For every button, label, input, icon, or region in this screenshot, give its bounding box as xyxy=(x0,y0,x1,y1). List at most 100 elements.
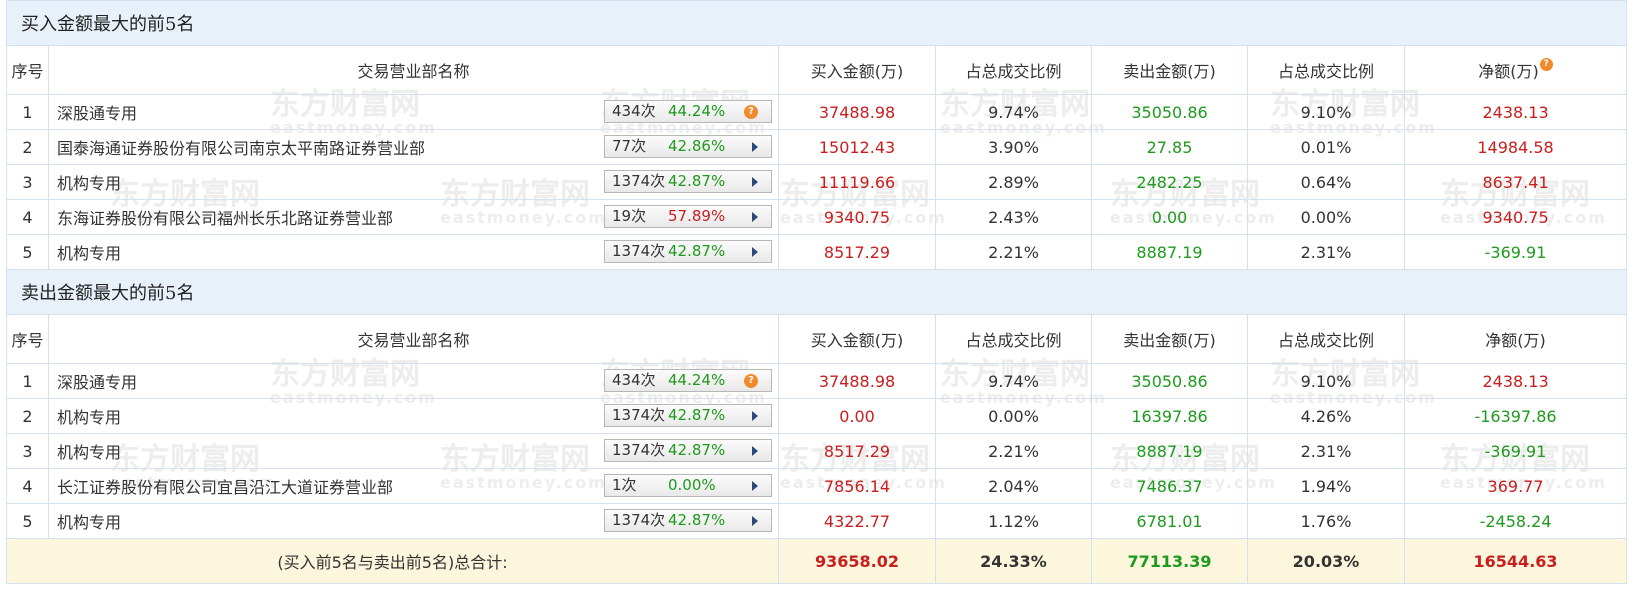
section-title: 买入金额最大的前5名 xyxy=(5,0,1628,46)
header-sell-amount: 卖出金额(万) xyxy=(1091,45,1248,95)
net-amount-cell: 9340.75 xyxy=(1403,199,1628,235)
win-rate: 44.24% xyxy=(668,102,726,120)
seat-name-link[interactable]: 机构专用 xyxy=(57,170,121,194)
column-header-row: 序号 交易营业部名称 买入金额(万) 占总成交比例 卖出金额(万) 占总成交比例 净额(万) xyxy=(6,314,1628,364)
header-rank: 序号 xyxy=(6,314,49,364)
buy-amount-cell: 9340.75 xyxy=(778,199,936,235)
table-row: 3 机构专用 1374次 42.87% 11119.66 2.89% 2482.25 0.64… xyxy=(6,164,1628,200)
buy-ratio-cell: 0.00% xyxy=(935,398,1092,434)
appearance-count: 77次 xyxy=(612,137,647,155)
play-arrow-icon[interactable] xyxy=(752,516,758,526)
seat-stats-button[interactable]: 434次 44.24%? xyxy=(604,100,772,123)
appearance-count: 1次 xyxy=(612,476,637,494)
header-buy-amount: 买入金额(万) xyxy=(778,45,936,95)
play-arrow-icon[interactable] xyxy=(752,411,758,421)
net-amount-cell: 14984.58 xyxy=(1403,129,1628,165)
rank-cell: 3 xyxy=(6,433,49,469)
buy-amount-cell: 4322.77 xyxy=(778,503,936,539)
header-buy-amount: 买入金额(万) xyxy=(778,314,936,364)
rank-cell: 2 xyxy=(6,129,49,165)
seat-name-link[interactable]: 国泰海通证券股份有限公司南京太平南路证券营业部 xyxy=(57,135,425,159)
sell-ratio-cell: 2.31% xyxy=(1247,433,1405,469)
seat-name-link[interactable]: 机构专用 xyxy=(57,509,121,533)
play-arrow-icon[interactable] xyxy=(752,177,758,187)
net-amount-cell: 2438.13 xyxy=(1403,363,1628,399)
seat-name-cell: 机构专用 1374次 42.87% xyxy=(48,503,779,539)
header-seat-name: 交易营业部名称 xyxy=(48,45,779,95)
net-amount-cell: 2438.13 xyxy=(1403,94,1628,130)
seat-name-link[interactable]: 长江证券股份有限公司宜昌沿江大道证券营业部 xyxy=(57,474,393,498)
seat-stats-button[interactable]: 1374次 42.87% xyxy=(604,439,772,462)
rank-cell: 2 xyxy=(6,398,49,434)
win-rate: 42.87% xyxy=(668,172,726,190)
table-row: 2 国泰海通证券股份有限公司南京太平南路证券营业部 77次 42.86% 15012.4… xyxy=(6,129,1628,165)
sell-amount-cell: 7486.37 xyxy=(1091,468,1248,504)
header-rank: 序号 xyxy=(6,45,49,95)
seat-stats-button[interactable]: 1次 0.00% xyxy=(604,474,772,497)
win-rate: 42.87% xyxy=(668,242,726,260)
seat-stats-button[interactable]: 1374次 42.87% xyxy=(604,170,772,193)
seat-name-cell: 机构专用 1374次 42.87% xyxy=(48,433,779,469)
win-rate: 42.86% xyxy=(668,137,726,155)
seat-name-cell: 深股通专用 434次 44.24%? xyxy=(48,363,779,399)
seat-stats-button[interactable]: 1374次 42.87% xyxy=(604,509,772,532)
buy-amount-cell: 15012.43 xyxy=(778,129,936,165)
buy-ratio-cell: 9.74% xyxy=(935,363,1092,399)
appearance-count: 1374次 xyxy=(612,242,666,260)
buy-ratio-cell: 1.12% xyxy=(935,503,1092,539)
seat-name-cell: 机构专用 1374次 42.87% xyxy=(48,164,779,200)
play-arrow-icon[interactable] xyxy=(752,212,758,222)
buy-amount-cell: 11119.66 xyxy=(778,164,936,200)
seat-stats-button[interactable]: 19次 57.89% xyxy=(604,205,772,228)
seat-stats-button[interactable]: 77次 42.86% xyxy=(604,135,772,158)
seat-stats-button[interactable]: 1374次 42.87% xyxy=(604,240,772,263)
appearance-count: 19次 xyxy=(612,207,647,225)
sell-ratio-cell: 9.10% xyxy=(1247,94,1405,130)
seat-name-cell: 机构专用 1374次 42.87% xyxy=(48,398,779,434)
buy-amount-cell: 8517.29 xyxy=(778,433,936,469)
appearance-count: 1374次 xyxy=(612,511,666,529)
total-net-amount: 16544.63 xyxy=(1403,538,1628,584)
dragon-tiger-list: 买入金额最大的前5名序号 交易营业部名称 买入金额(万) 占总成交比例 卖出金额(万) 占… xyxy=(5,0,1628,584)
question-icon[interactable]: ? xyxy=(744,105,758,119)
net-amount-cell: -2458.24 xyxy=(1403,503,1628,539)
total-buy-ratio: 24.33% xyxy=(935,538,1092,584)
seat-stats-button[interactable]: 434次 44.24%? xyxy=(604,369,772,392)
rank-cell: 4 xyxy=(6,199,49,235)
play-arrow-icon[interactable] xyxy=(752,247,758,257)
buy-ratio-cell: 2.21% xyxy=(935,433,1092,469)
play-arrow-icon[interactable] xyxy=(752,142,758,152)
seat-name-cell: 长江证券股份有限公司宜昌沿江大道证券营业部 1次 0.00% xyxy=(48,468,779,504)
seat-stats-button[interactable]: 1374次 42.87% xyxy=(604,404,772,427)
total-sell-ratio: 20.03% xyxy=(1247,538,1405,584)
help-icon[interactable]: ? xyxy=(1539,58,1553,71)
buy-ratio-cell: 2.21% xyxy=(935,234,1092,270)
win-rate: 44.24% xyxy=(668,371,726,389)
seat-name-link[interactable]: 机构专用 xyxy=(57,439,121,463)
total-row: (买入前5名与卖出前5名)总合计: 93658.02 24.33% 77113.39 2… xyxy=(6,538,1628,584)
seat-name-link[interactable]: 机构专用 xyxy=(57,240,121,264)
play-arrow-icon[interactable] xyxy=(752,446,758,456)
rank-cell: 5 xyxy=(6,503,49,539)
total-sell-amount: 77113.39 xyxy=(1091,538,1248,584)
buy-ratio-cell: 9.74% xyxy=(935,94,1092,130)
play-arrow-icon[interactable] xyxy=(752,481,758,491)
buy-amount-cell: 37488.98 xyxy=(778,363,936,399)
table-row: 5 机构专用 1374次 42.87% 8517.29 2.21% 8887.19 2.31%… xyxy=(6,234,1628,270)
seat-name-link[interactable]: 机构专用 xyxy=(57,404,121,428)
seat-name-link[interactable]: 深股通专用 xyxy=(57,369,137,393)
seat-name-cell: 深股通专用 434次 44.24%? xyxy=(48,94,779,130)
rank-cell: 1 xyxy=(6,363,49,399)
section-header: 卖出金额最大的前5名 xyxy=(5,269,1628,315)
sell-amount-cell: 0.00 xyxy=(1091,199,1248,235)
section-header: 买入金额最大的前5名 xyxy=(5,0,1628,46)
buy-amount-cell: 8517.29 xyxy=(778,234,936,270)
seat-name-link[interactable]: 深股通专用 xyxy=(57,100,137,124)
question-icon[interactable]: ? xyxy=(744,374,758,388)
buy-amount-cell: 0.00 xyxy=(778,398,936,434)
net-amount-cell: 8637.41 xyxy=(1403,164,1628,200)
total-label: (买入前5名与卖出前5名)总合计: xyxy=(6,538,779,584)
section-title: 卖出金额最大的前5名 xyxy=(5,269,1628,315)
seat-name-link[interactable]: 东海证券股份有限公司福州长乐北路证券营业部 xyxy=(57,205,393,229)
sell-amount-cell: 35050.86 xyxy=(1091,94,1248,130)
